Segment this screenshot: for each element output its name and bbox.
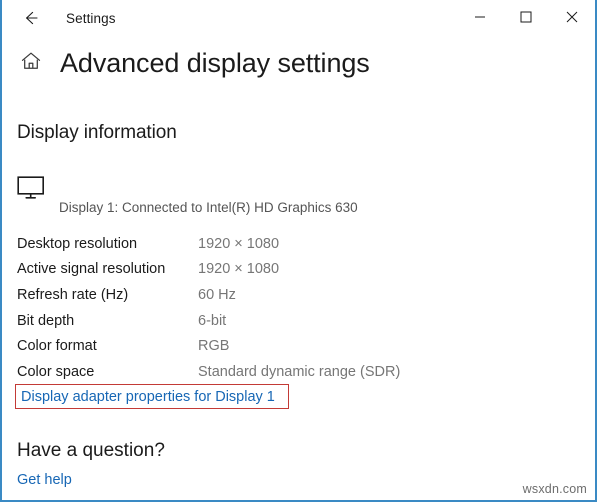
home-button[interactable] (16, 49, 46, 79)
table-row: Desktop resolution 1920 × 1080 (17, 231, 487, 257)
page-title: Advanced display settings (60, 48, 370, 78)
row-value: 60 Hz (198, 286, 236, 303)
title-bar: Settings (2, 0, 595, 36)
close-button[interactable] (549, 0, 595, 33)
monitor-icon (17, 176, 47, 206)
table-row: Color space Standard dynamic range (SDR) (17, 359, 487, 385)
row-label: Active signal resolution (17, 261, 166, 278)
back-arrow-icon (21, 8, 41, 28)
row-value: 1920 × 1080 (198, 235, 280, 252)
row-label: Bit depth (17, 312, 75, 329)
maximize-button[interactable] (503, 0, 549, 33)
table-row: Bit depth 6-bit (17, 308, 487, 334)
row-label: Refresh rate (Hz) (17, 286, 129, 303)
home-icon (20, 50, 42, 77)
section-heading-have-a-question: Have a question? (17, 440, 165, 461)
row-label: Desktop resolution (17, 235, 138, 252)
watermark: wsxdn.com (522, 482, 587, 496)
caption-button-group (457, 0, 595, 33)
monitor-icon-wrap (17, 176, 47, 207)
maximize-icon (520, 11, 532, 23)
display-description: Display 1: Connected to Intel(R) HD Grap… (59, 200, 358, 215)
close-icon (566, 11, 578, 23)
row-label: Color format (17, 338, 97, 355)
row-value: 6-bit (198, 312, 227, 329)
window-title: Settings (66, 10, 116, 26)
back-button[interactable] (10, 2, 52, 34)
table-row: Refresh rate (Hz) 60 Hz (17, 282, 487, 308)
minimize-button[interactable] (457, 0, 503, 33)
table-row: Color format RGB (17, 333, 487, 359)
settings-window: Settings Advanced display settings Displ… (0, 0, 597, 502)
table-row: Active signal resolution 1920 × 1080 (17, 257, 487, 283)
get-help-link[interactable]: Get help (17, 472, 72, 488)
display-info-table: Desktop resolution 1920 × 1080 Active si… (17, 231, 487, 385)
highlight-annotation-box: Display adapter properties for Display 1 (15, 384, 289, 409)
display-adapter-properties-link[interactable]: Display adapter properties for Display 1 (21, 389, 275, 405)
row-value: RGB (198, 338, 230, 355)
row-value: 1920 × 1080 (198, 261, 280, 278)
row-value: Standard dynamic range (SDR) (198, 363, 401, 380)
page-header: Advanced display settings (2, 48, 370, 79)
minimize-icon (474, 11, 486, 23)
row-label: Color space (17, 363, 95, 380)
section-heading-display-information: Display information (17, 122, 177, 143)
